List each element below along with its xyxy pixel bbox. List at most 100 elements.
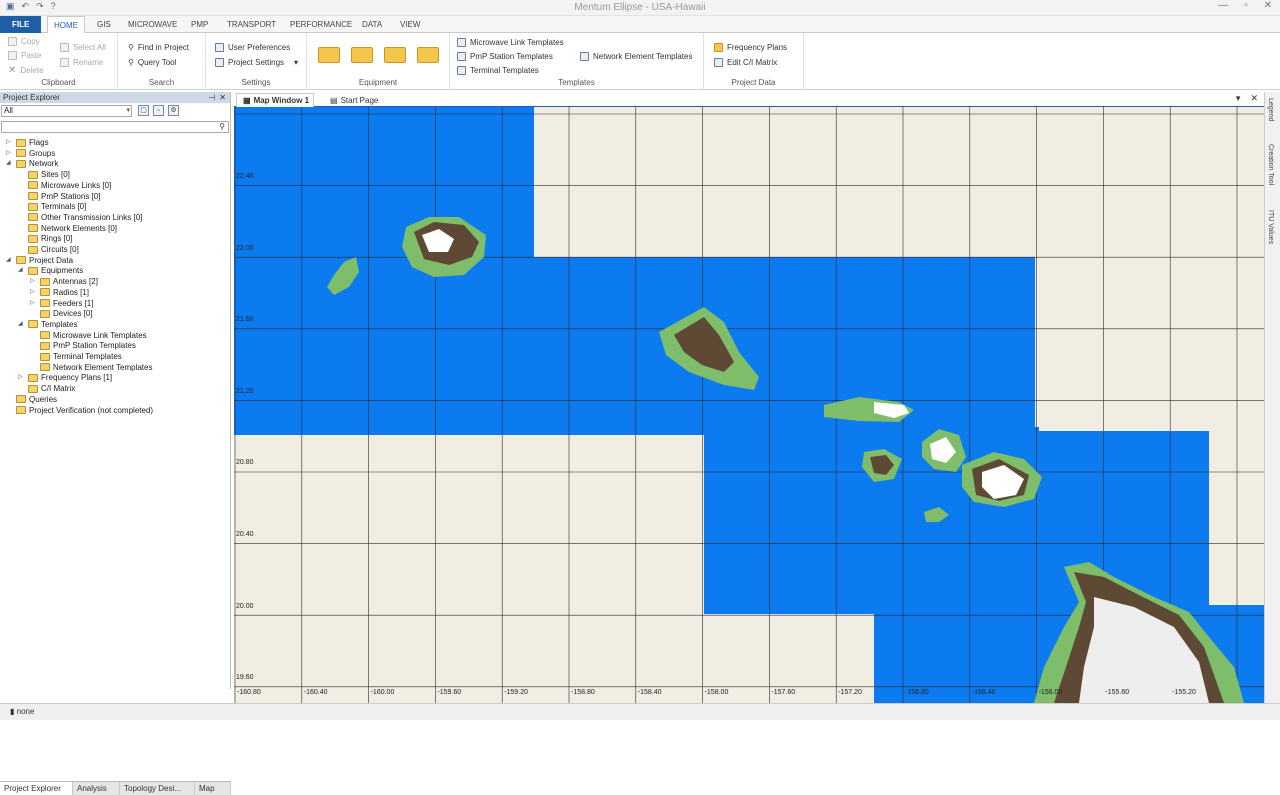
tab-gis[interactable]: GIS bbox=[91, 16, 117, 33]
microwave-link-templates-button[interactable]: Microwave Link Templates bbox=[457, 38, 564, 47]
tree-item[interactable]: ▷ Flags bbox=[6, 137, 49, 148]
tab-home[interactable]: HOME bbox=[47, 16, 85, 34]
tree-item[interactable]: PmP Stations [0] bbox=[18, 191, 100, 202]
search-input[interactable]: ⚲ bbox=[1, 121, 229, 133]
tab-pmp[interactable]: PMP bbox=[185, 16, 214, 33]
tree-item[interactable]: PmP Station Templates bbox=[30, 340, 136, 351]
find-in-project-button[interactable]: ⚲ Find in Project bbox=[128, 43, 189, 52]
tree-item[interactable]: Circuits [0] bbox=[18, 244, 79, 255]
expand-arrow-icon[interactable]: ▷ bbox=[6, 148, 13, 159]
tree-item[interactable]: Sites [0] bbox=[18, 169, 70, 180]
folder-icon bbox=[40, 299, 50, 307]
right-side-panel: Legend Creation Tool ITU Values bbox=[1264, 92, 1280, 703]
expand-arrow-icon[interactable]: ▷ bbox=[30, 298, 37, 309]
user-preferences-button[interactable]: User Preferences bbox=[215, 43, 290, 52]
group-templates: Microwave Link Templates PmP Station Tem… bbox=[450, 33, 704, 90]
options-icon[interactable]: ⚙ bbox=[168, 105, 179, 116]
frequency-plans-button[interactable]: Frequency Plans bbox=[714, 43, 787, 52]
query-tool-button[interactable]: ⚲ Query Tool bbox=[128, 58, 176, 67]
expand-arrow-icon[interactable]: ▷ bbox=[30, 276, 37, 287]
tree-item[interactable]: ◢ Equipments bbox=[18, 265, 83, 276]
tab-view[interactable]: VIEW bbox=[394, 16, 426, 33]
longitude-label: -156.00 bbox=[1038, 689, 1063, 696]
collapse-icon[interactable]: ▫ bbox=[153, 105, 164, 116]
dropdown-arrow-icon[interactable]: ▾ bbox=[294, 58, 298, 67]
feeder-folder-icon[interactable] bbox=[384, 47, 406, 63]
expand-arrow-icon[interactable]: ◢ bbox=[18, 265, 25, 276]
expand-arrow-icon[interactable]: ◢ bbox=[18, 319, 25, 330]
copy-icon bbox=[8, 37, 17, 46]
tree-item[interactable]: Terminal Templates bbox=[30, 351, 122, 362]
tree-item[interactable]: ▷ Groups bbox=[6, 148, 55, 159]
tree-item[interactable]: Devices [0] bbox=[30, 308, 93, 319]
preferences-icon bbox=[215, 43, 224, 52]
close-icon[interactable]: ✕ bbox=[219, 92, 226, 103]
tab-start-page[interactable]: ▤ Start Page bbox=[324, 93, 382, 107]
project-settings-button[interactable]: Project Settings ▾ bbox=[215, 58, 298, 67]
tree-item[interactable]: ▷ Frequency Plans [1] bbox=[18, 372, 112, 383]
status-bar: ▮ none bbox=[0, 703, 1280, 720]
tree-item[interactable]: ▷ Antennas [2] bbox=[30, 276, 98, 287]
minimize-icon[interactable]: — bbox=[1218, 0, 1228, 11]
tree-item[interactable]: ◢ Project Data bbox=[6, 255, 73, 266]
pin-icon[interactable]: ⊣ bbox=[208, 92, 215, 103]
copy-button[interactable]: Copy bbox=[8, 37, 40, 46]
paste-button[interactable]: Paste bbox=[8, 51, 41, 60]
network-element-templates-button[interactable]: Network Element Templates bbox=[580, 52, 692, 61]
device-folder-icon[interactable] bbox=[417, 47, 439, 63]
radio-folder-icon[interactable] bbox=[351, 47, 373, 63]
tab-itu-values[interactable]: ITU Values bbox=[1267, 210, 1274, 244]
pmp-station-templates-button[interactable]: PmP Station Templates bbox=[457, 52, 553, 61]
tab-transport[interactable]: TRANSPORT bbox=[221, 16, 282, 33]
tree-item[interactable]: Network Element Templates bbox=[30, 362, 152, 373]
tree-item[interactable]: Other Transmission Links [0] bbox=[18, 212, 142, 223]
tab-legend[interactable]: Legend bbox=[1267, 98, 1274, 121]
template-icon bbox=[580, 52, 589, 61]
tab-analysis[interactable]: Analysis bbox=[73, 782, 120, 795]
tab-project-explorer[interactable]: Project Explorer bbox=[0, 782, 73, 795]
longitude-label: -160.80 bbox=[237, 689, 261, 696]
antenna-folder-icon[interactable] bbox=[318, 47, 340, 63]
tab-data[interactable]: DATA bbox=[356, 16, 388, 33]
delete-button[interactable]: ✕ Delete bbox=[8, 65, 44, 76]
expand-arrow-icon[interactable]: ◢ bbox=[6, 158, 13, 169]
tab-map[interactable]: Map bbox=[195, 782, 231, 795]
tab-creation-tool[interactable]: Creation Tool bbox=[1267, 144, 1274, 185]
tree-item[interactable]: ▷ Feeders [1] bbox=[30, 298, 93, 309]
view-icon[interactable]: ▢ bbox=[138, 105, 149, 116]
tree-item[interactable]: Microwave Links [0] bbox=[18, 180, 111, 191]
tree-item[interactable]: Queries bbox=[6, 394, 57, 405]
folder-icon bbox=[16, 395, 26, 404]
terminal-templates-button[interactable]: Terminal Templates bbox=[457, 66, 539, 75]
tree-item[interactable]: Network Elements [0] bbox=[18, 223, 117, 234]
tree-item[interactable]: ◢ Network bbox=[6, 158, 58, 169]
expand-arrow-icon[interactable]: ◢ bbox=[6, 255, 13, 266]
map-canvas[interactable]: 22.40 22.00 21.60 21.20 20.80 20.40 20.00 19.60… bbox=[234, 107, 1264, 703]
tab-topology-design[interactable]: Topology Desi... bbox=[120, 782, 195, 795]
status-icon: ▮ bbox=[10, 707, 15, 716]
longitude-label: -156.40 bbox=[971, 689, 996, 696]
tree-item[interactable]: Project Verification (not completed) bbox=[6, 405, 153, 416]
maximize-icon[interactable]: ▫ bbox=[1244, 0, 1248, 11]
tab-map-window-1[interactable]: ▦ Map Window 1 bbox=[236, 93, 315, 107]
expand-arrow-icon[interactable]: ▷ bbox=[18, 372, 25, 383]
tree-item[interactable]: Rings [0] bbox=[18, 233, 73, 244]
tree-item[interactable]: Terminals [0] bbox=[18, 201, 86, 212]
filter-select[interactable]: All ▾ bbox=[1, 105, 132, 117]
rename-button[interactable]: Rename bbox=[60, 58, 103, 67]
select-all-button[interactable]: Select All bbox=[60, 43, 106, 52]
edit-ci-matrix-button[interactable]: Edit C/I Matrix bbox=[714, 58, 777, 67]
close-icon[interactable]: ✕ bbox=[1250, 93, 1258, 104]
tree-item[interactable]: ▷ Radios [1] bbox=[30, 287, 89, 298]
expand-arrow-icon[interactable]: ▷ bbox=[6, 137, 13, 148]
expand-arrow-icon[interactable]: ▷ bbox=[30, 287, 37, 298]
tab-microwave[interactable]: MICROWAVE bbox=[122, 16, 183, 33]
latitude-label: 21.20 bbox=[236, 387, 254, 395]
close-icon[interactable]: ✕ bbox=[1264, 0, 1272, 11]
tab-file[interactable]: FILE bbox=[0, 16, 42, 33]
tab-performance[interactable]: PERFORMANCE bbox=[284, 16, 358, 33]
chevron-down-icon[interactable]: ▾ bbox=[1236, 93, 1241, 104]
tree-item[interactable]: ◢ Templates bbox=[18, 319, 77, 330]
tree-item[interactable]: C/I Matrix bbox=[18, 383, 75, 394]
tree-item[interactable]: Microwave Link Templates bbox=[30, 330, 147, 341]
